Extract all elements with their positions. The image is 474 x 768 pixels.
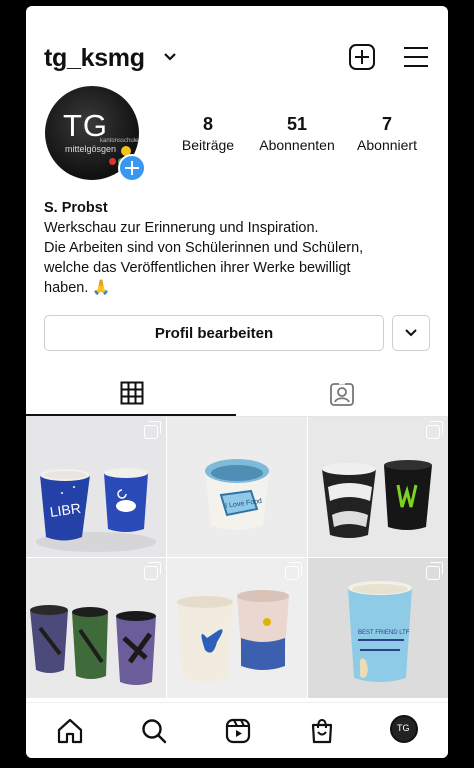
bio-line: welche das Veröffentlichen ihrer Werke b… — [44, 260, 351, 276]
display-name: S. Probst — [44, 200, 108, 216]
stat-followers[interactable]: 51 Abonnenten — [254, 114, 340, 153]
active-tab-indicator — [26, 414, 236, 416]
multi-image-icon — [426, 562, 443, 580]
search-icon[interactable] — [140, 717, 168, 745]
edit-profile-button[interactable]: Profil bearbeiten — [44, 315, 384, 351]
stat-followers-value: 51 — [286, 114, 308, 134]
reels-icon[interactable] — [224, 717, 252, 745]
chevron-down-icon[interactable] — [163, 52, 177, 62]
menu-icon[interactable] — [404, 46, 428, 68]
logo-dot-red — [109, 158, 116, 165]
post-thumbnail[interactable]: LIBR — [26, 417, 166, 557]
bottom-navigation: TG — [26, 702, 448, 758]
shop-icon[interactable] — [308, 717, 336, 745]
post-thumbnail[interactable] — [26, 558, 166, 698]
multi-image-icon — [144, 421, 161, 439]
stat-following-value: 7 — [381, 114, 392, 134]
post-thumbnail[interactable]: BEST FRIEND LTF — [308, 558, 448, 698]
username[interactable]: tg_ksmg — [44, 44, 145, 73]
profile-tabs — [26, 371, 448, 417]
new-post-button[interactable] — [349, 44, 375, 70]
app-frame: tg_ksmg TG mittelgösgen kantonsschule 8 … — [26, 6, 448, 758]
profile-avatar-icon[interactable]: TG — [390, 715, 418, 743]
suggestions-button[interactable] — [392, 315, 430, 351]
bio-line: Die Arbeiten sind von Schülerinnen und S… — [44, 240, 364, 256]
post-thumbnail[interactable]: I Love Food — [167, 417, 307, 557]
post-image: I Love Food — [167, 417, 307, 557]
avatar-logo-subtext: mittelgösgen — [65, 144, 117, 154]
add-story-button[interactable] — [118, 154, 146, 182]
post-grid: LIBR I Love Food BEST FRIEND LTF — [26, 417, 448, 702]
avatar-logo-small: kantonsschule — [100, 138, 139, 144]
home-icon[interactable] — [56, 717, 84, 745]
stat-following[interactable]: 7 Abonniert — [346, 114, 428, 153]
bio: S. Probst Werkschau zur Erinnerung und I… — [44, 198, 434, 298]
multi-image-icon — [426, 421, 443, 439]
bio-line: haben. 🙏 — [44, 280, 111, 296]
stat-posts-value: 8 — [202, 114, 213, 134]
stat-posts[interactable]: 8 Beiträge — [174, 114, 242, 153]
stat-followers-label: Abonnenten — [259, 137, 335, 153]
post-thumbnail[interactable] — [308, 417, 448, 557]
bio-line: Werkschau zur Erinnerung und Inspiration… — [44, 220, 319, 236]
multi-image-icon — [285, 562, 302, 580]
post-caption: BEST FRIEND LTF — [358, 630, 410, 636]
nav-avatar-text: TG — [397, 723, 410, 733]
tagged-icon[interactable] — [329, 381, 355, 407]
stat-posts-label: Beiträge — [181, 137, 235, 153]
multi-image-icon — [144, 562, 161, 580]
post-thumbnail[interactable] — [167, 558, 307, 698]
stat-following-label: Abonniert — [357, 137, 417, 153]
grid-icon[interactable] — [120, 381, 144, 405]
chevron-down-icon — [405, 329, 417, 337]
